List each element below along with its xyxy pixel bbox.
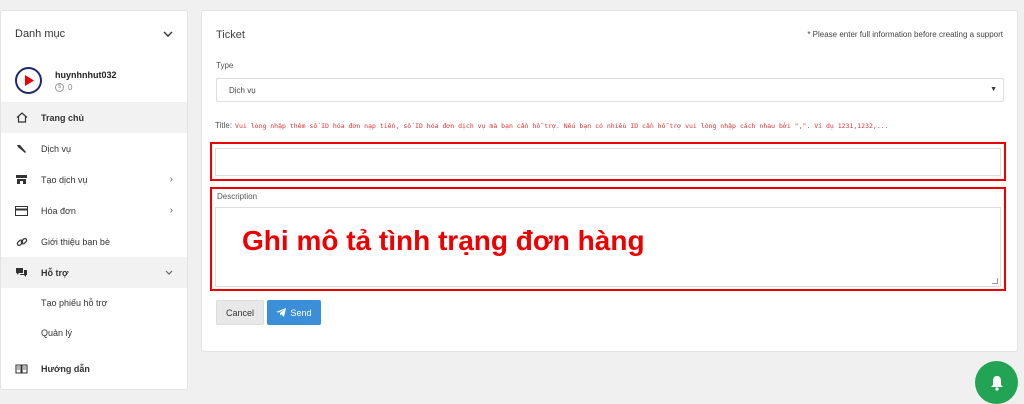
balance: $ 0 xyxy=(55,82,117,92)
send-label: Send xyxy=(290,307,312,318)
paper-plane-icon xyxy=(276,308,287,317)
book-icon xyxy=(15,362,28,375)
ticket-panel: Ticket * Please enter full information b… xyxy=(201,10,1018,352)
sidebar-item-referral[interactable]: Giới thiệu bạn bè xyxy=(1,226,187,257)
sidebar-subitem-create-ticket[interactable]: Tạo phiếu hỗ trợ xyxy=(1,288,187,318)
send-button[interactable]: Send xyxy=(267,300,321,325)
store-icon xyxy=(15,173,28,186)
home-icon xyxy=(15,111,28,124)
title-hint: Title: Vui lòng nhập thêm số ID hóa đơn n… xyxy=(215,117,985,135)
sidebar-menu: Trang chủ Dịch vụ Tạo dịch vụ › Hóa đơn … xyxy=(1,102,187,384)
user-profile: huynhnhut032 $ 0 xyxy=(1,57,187,101)
chevron-right-icon: › xyxy=(169,205,173,216)
page-title: Ticket xyxy=(216,29,245,41)
username: huynhnhut032 xyxy=(55,69,117,80)
sidebar-item-support[interactable]: Hỗ trợ xyxy=(1,257,187,288)
sidebar-item-label: Hướng dẫn xyxy=(41,363,90,374)
credit-card-icon xyxy=(15,204,28,217)
title-highlight xyxy=(210,142,1006,181)
title-hint-text: Vui lòng nhập thêm số ID hóa đơn nạp tiề… xyxy=(235,122,889,130)
sidebar-item-create-service[interactable]: Tạo dịch vụ › xyxy=(1,164,187,195)
avatar xyxy=(15,66,42,94)
sidebar-item-label: Giới thiệu bạn bè xyxy=(41,236,110,247)
bell-icon xyxy=(990,375,1003,391)
title-label: Title: xyxy=(215,121,233,130)
chevron-right-icon: › xyxy=(169,174,173,185)
type-label: Type xyxy=(216,61,234,70)
sidebar-item-label: Tạo phiếu hỗ trợ xyxy=(41,298,108,308)
sidebar-item-services[interactable]: Dịch vụ xyxy=(1,133,187,164)
sidebar-item-label: Hóa đơn xyxy=(41,205,76,216)
sidebar-item-label: Dịch vụ xyxy=(41,143,72,154)
caret-down-icon: ▼ xyxy=(990,86,997,93)
sidebar-item-invoice[interactable]: Hóa đơn › xyxy=(1,195,187,226)
type-select[interactable]: Dịch vụ ▼ xyxy=(216,78,1004,102)
annotation-text: Ghi mô tả tình trạng đơn hàng xyxy=(242,225,645,256)
chevron-down-icon xyxy=(165,267,173,278)
notification-bell-button[interactable] xyxy=(975,361,1018,404)
sidebar-item-guide[interactable]: Hướng dẫn xyxy=(1,353,187,384)
title-input[interactable] xyxy=(215,148,1001,176)
wrench-icon xyxy=(15,142,28,155)
description-highlight: Description Ghi mô tả tình trạng đơn hàn… xyxy=(210,187,1006,291)
sidebar: Danh mục huynhnhut032 $ 0 Trang chủ Dịch… xyxy=(0,10,188,390)
type-select-value: Dịch vụ xyxy=(229,85,256,95)
sidebar-item-label: Hỗ trợ xyxy=(41,267,69,278)
sidebar-header-label: Danh mục xyxy=(15,28,66,40)
sidebar-header[interactable]: Danh mục xyxy=(1,11,187,57)
sidebar-item-label: Quản lý xyxy=(41,328,73,338)
resize-handle[interactable] xyxy=(992,278,998,284)
description-label: Description xyxy=(217,192,258,201)
chevron-down-icon[interactable] xyxy=(163,29,173,40)
sidebar-item-home[interactable]: Trang chủ xyxy=(1,102,187,133)
link-icon xyxy=(15,235,28,248)
sidebar-item-label: Tạo dịch vụ xyxy=(41,174,88,185)
chat-icon xyxy=(15,266,28,279)
coin-icon: $ xyxy=(55,82,64,92)
info-note: * Please enter full information before c… xyxy=(807,30,1003,39)
cancel-button[interactable]: Cancel xyxy=(216,300,264,325)
sidebar-item-label: Trang chủ xyxy=(41,112,85,123)
balance-value: 0 xyxy=(68,82,73,92)
sidebar-subitem-manage[interactable]: Quản lý xyxy=(1,318,187,348)
